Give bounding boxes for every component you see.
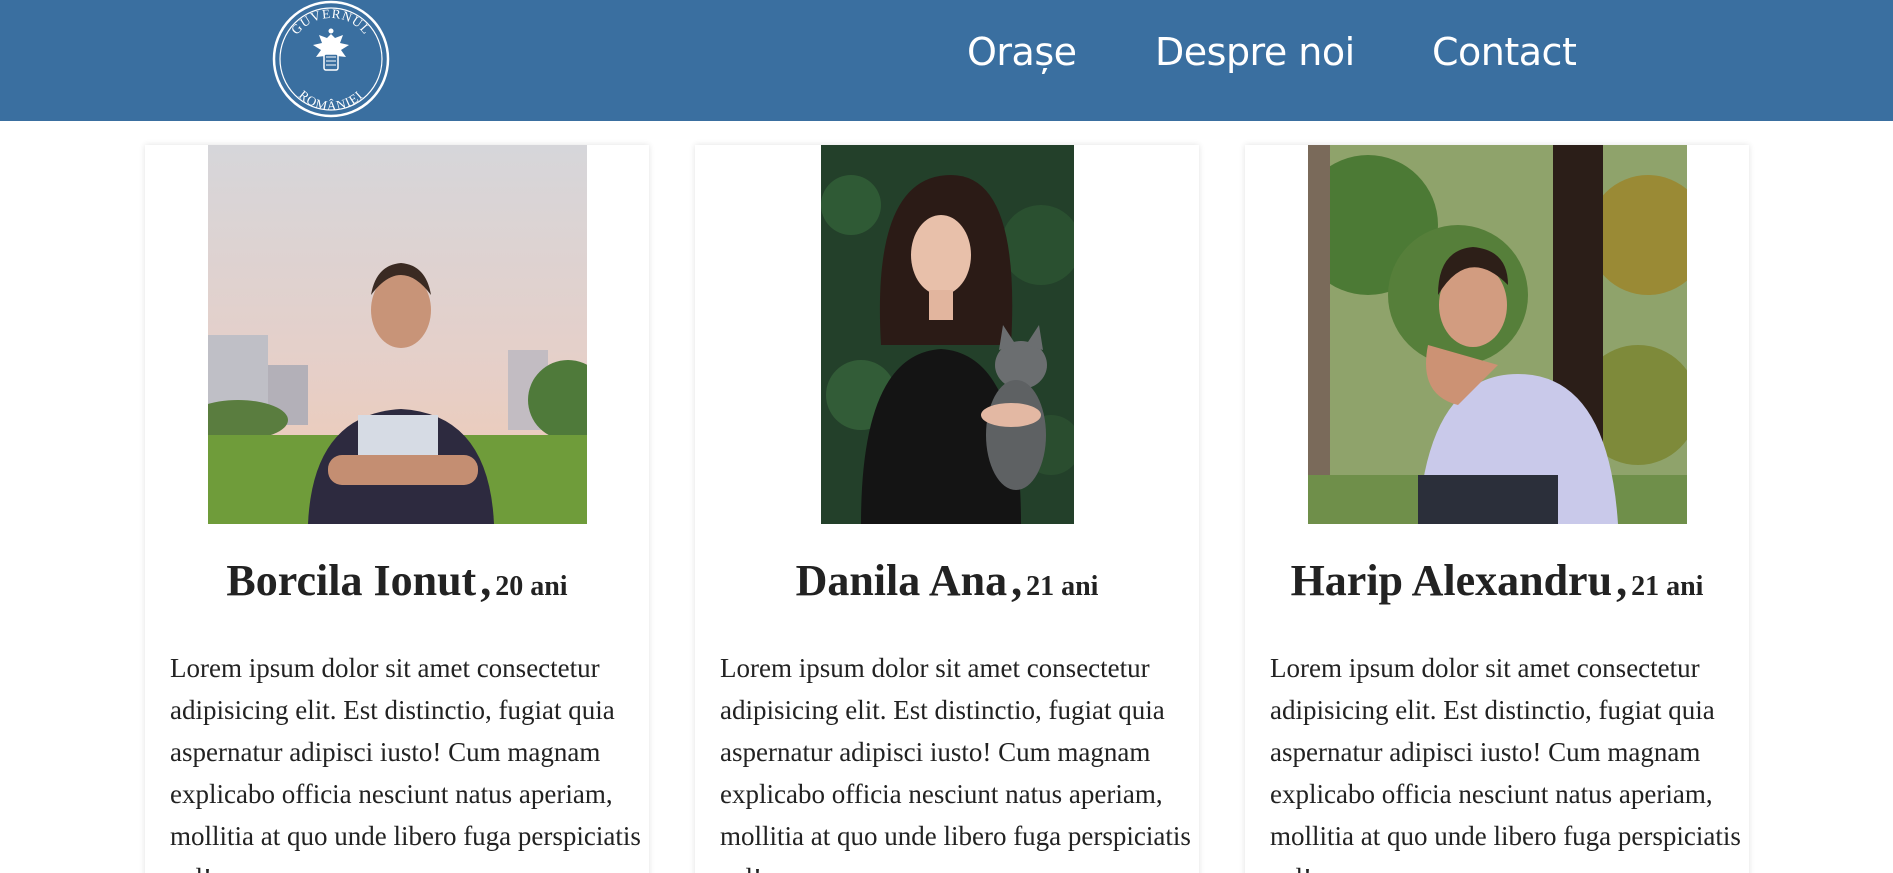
person-card: Borcila Ionut , 20 ani Lorem ipsum dolor… — [145, 145, 649, 873]
name-separator: , — [480, 556, 492, 605]
person-description: Lorem ipsum dolor sit amet consectetur a… — [170, 653, 641, 873]
person-heading: Borcila Ionut , 20 ani — [145, 555, 649, 606]
person-age: 21 ani — [1026, 571, 1099, 602]
nav-link-cities[interactable]: Orașe — [967, 30, 1077, 74]
nav-link-contact[interactable]: Contact — [1432, 30, 1577, 74]
person-card: Danila Ana , 21 ani Lorem ipsum dolor si… — [695, 145, 1199, 873]
main-nav: Orașe Despre noi Contact — [0, 0, 1893, 121]
navbar: GUVERNUL ROMÂNIEI Orașe Despre noi Conta… — [0, 0, 1893, 121]
person-description: Lorem ipsum dolor sit amet consectetur a… — [1270, 653, 1741, 873]
person-card: Harip Alexandru , 21 ani Lorem ipsum dol… — [1245, 145, 1749, 873]
name-separator: , — [1616, 556, 1628, 605]
person-name: Borcila Ionut — [226, 556, 477, 605]
person-name: Danila Ana — [795, 556, 1008, 605]
person-description: Lorem ipsum dolor sit amet consectetur a… — [720, 653, 1191, 873]
person-age: 21 ani — [1631, 571, 1704, 602]
person-photo — [208, 145, 587, 524]
person-photo — [821, 145, 1074, 524]
person-age: 20 ani — [495, 571, 568, 602]
name-separator: , — [1011, 556, 1023, 605]
person-heading: Harip Alexandru , 21 ani — [1245, 555, 1749, 606]
person-name: Harip Alexandru — [1290, 556, 1613, 605]
person-heading: Danila Ana , 21 ani — [695, 555, 1199, 606]
person-photo — [1308, 145, 1687, 524]
nav-link-about[interactable]: Despre noi — [1155, 30, 1355, 74]
